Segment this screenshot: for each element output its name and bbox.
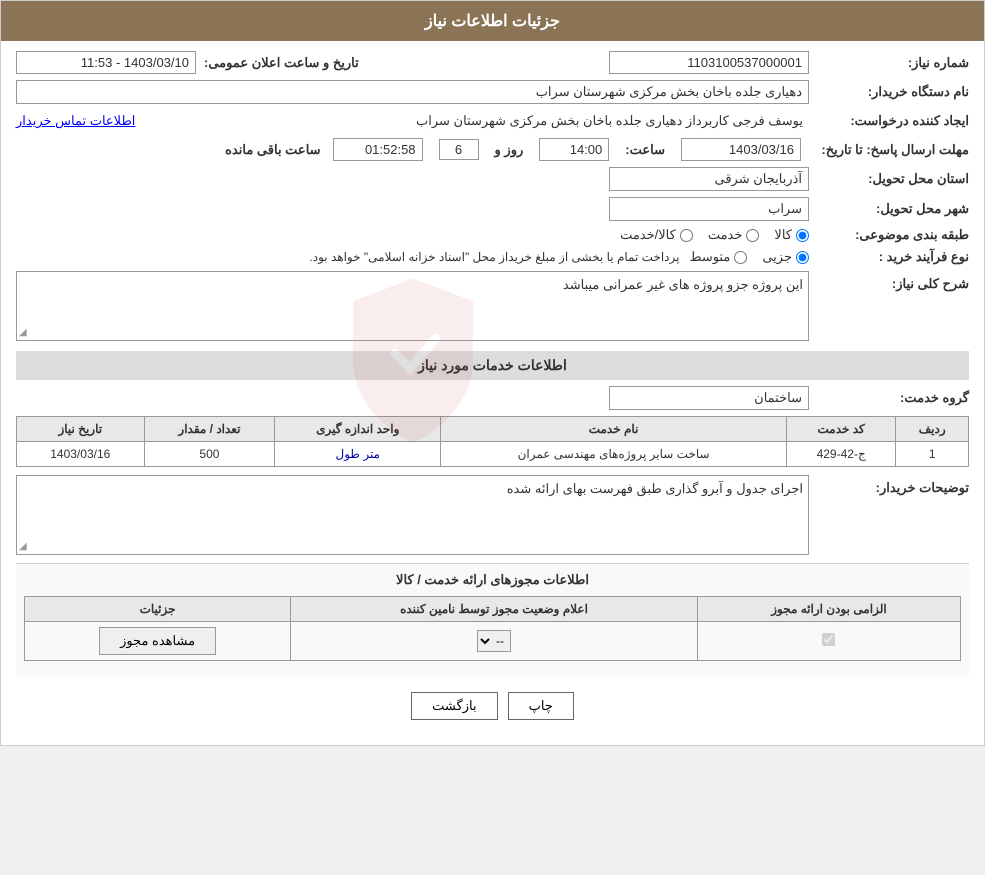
cell-code: ج-42-429 [786,442,895,467]
print-button[interactable]: چاپ [508,692,574,720]
footer-buttons: چاپ بازگشت [16,677,969,735]
need-number-value: 1103100537000001 [609,51,809,74]
description-container: این پروژه جزو پروژه های غیر عمرانی میباش… [16,271,809,341]
page-header: جزئیات اطلاعات نیاز [1,1,984,41]
buyer-desc-resize[interactable]: ◢ [19,541,27,552]
permission-required-cell [697,622,960,661]
buyer-system-row: نام دستگاه خریدار: دهیاری جلده باخان بخش… [16,80,969,104]
category-radio-kala[interactable] [796,229,809,242]
city-row: شهر محل تحویل: سراب [16,197,969,221]
city-value: سراب [609,197,809,221]
col-quantity: تعداد / مقدار [144,417,275,442]
category-label: طبقه بندی موضوعی: [809,227,969,243]
remaining-time: 01:52:58 [333,138,423,161]
purchase-type-radio-group: جزیی متوسط [689,249,809,265]
purchase-type-note: پرداخت تمام یا بخشی از مبلغ خریداز محل "… [309,250,679,264]
purchase-type-motavset[interactable]: متوسط [689,249,747,265]
creator-row: ایجاد کننده درخواست: یوسف فرجی کاربرداز … [16,110,969,132]
buyer-system-value: دهیاری جلده باخان بخش مرکزی شهرستان سراب [16,80,809,104]
city-label: شهر محل تحویل: [809,201,969,217]
description-box: این پروژه جزو پروژه های غیر عمرانی میباش… [16,271,809,341]
purchase-radio-jozi[interactable] [796,251,809,264]
category-kala-khedmat[interactable]: کالا/خدمت [620,227,693,243]
category-radio-kala-khedmat[interactable] [680,229,693,242]
service-group-value: ساختمان [609,386,809,410]
permission-status-select[interactable]: -- [477,630,511,652]
contact-link[interactable]: اطلاعات تماس خریدار [16,113,135,129]
buyer-desc-label: توضیحات خریدار: [809,480,969,496]
permission-required-checkbox [822,633,835,646]
buyer-desc-container: اجرای جدول و آبرو گذاری طبق فهرست بهای ا… [16,475,809,555]
back-button[interactable]: بازگشت [411,692,497,720]
category-kala[interactable]: کالا [774,227,809,243]
view-permission-button[interactable]: مشاهده مجوز [99,627,216,655]
purchase-jozi-label: جزیی [762,249,792,265]
permissions-title: اطلاعات مجوزهای ارائه خدمت / کالا [24,572,961,588]
col-status: اعلام وضعیت مجوز توسط نامین کننده [291,597,698,622]
page-container: جزئیات اطلاعات نیاز شماره نیاز: 11031005… [0,0,985,746]
description-label: شرح کلی نیاز: [809,276,969,292]
category-row: طبقه بندی موضوعی: کالا خدمت کالا/خدمت [16,227,969,243]
deadline-days: 6 [439,139,479,160]
cell-quantity: 500 [144,442,275,467]
category-khedmat-label: خدمت [708,227,743,243]
buyer-desc-value: اجرای جدول و آبرو گذاری طبق فهرست بهای ا… [507,481,803,496]
col-code: کد خدمت [786,417,895,442]
buyer-desc-box: اجرای جدول و آبرو گذاری طبق فهرست بهای ا… [16,475,809,555]
main-content: شماره نیاز: 1103100537000001 تاریخ و ساع… [1,41,984,745]
deadline-time: 14:00 [539,138,609,161]
buyer-system-label: نام دستگاه خریدار: [809,84,969,100]
permissions-table-body: -- مشاهده مجوز [25,622,961,661]
permission-status-cell: -- [291,622,698,661]
permissions-header-row: الزامی بودن ارائه مجوز اعلام وضعیت مجوز … [25,597,961,622]
description-value: این پروژه جزو پروژه های غیر عمرانی میباش… [563,277,803,292]
remaining-label: ساعت باقی مانده [225,142,320,158]
purchase-motavset-label: متوسط [689,249,730,265]
need-number-row: شماره نیاز: 1103100537000001 تاریخ و ساع… [16,51,969,74]
deadline-time-label: ساعت: [625,142,665,158]
purchase-type-label: نوع فرآیند خرید : [809,249,969,265]
resize-handle[interactable]: ◢ [19,327,27,338]
col-date: تاریخ نیاز [17,417,145,442]
col-row: ردیف [896,417,969,442]
cell-row: 1 [896,442,969,467]
creator-value: یوسف فرجی کاربرداز دهیاری جلده باخان بخش… [410,110,809,132]
page-title: جزئیات اطلاعات نیاز [425,13,560,30]
creator-label: ایجاد کننده درخواست: [809,113,969,129]
province-row: استان محل تحویل: آذربایجان شرقی [16,167,969,191]
category-radio-group: کالا خدمت کالا/خدمت [620,227,809,243]
permissions-table: الزامی بودن ارائه مجوز اعلام وضعیت مجوز … [24,596,961,661]
permissions-section: اطلاعات مجوزهای ارائه خدمت / کالا الزامی… [16,563,969,677]
purchase-type-row: نوع فرآیند خرید : جزیی متوسط پرداخت تمام… [16,249,969,265]
deadline-row: مهلت ارسال پاسخ: تا تاریخ: 1403/03/16 سا… [16,138,969,161]
purchase-type-jozi[interactable]: جزیی [762,249,809,265]
province-value: آذربایجان شرقی [609,167,809,191]
cell-date: 1403/03/16 [17,442,145,467]
description-row: شرح کلی نیاز: این پروژه جزو پروژه های غی… [16,271,969,341]
purchase-radio-motavset[interactable] [734,251,747,264]
province-label: استان محل تحویل: [809,171,969,187]
category-kala-label: کالا [774,227,792,243]
service-group-label: گروه خدمت: [809,390,969,406]
permission-details-cell: مشاهده مجوز [25,622,291,661]
category-radio-khedmat[interactable] [746,229,759,242]
category-kala-khedmat-label: کالا/خدمت [620,227,676,243]
buyer-desc-row: توضیحات خریدار: اجرای جدول و آبرو گذاری … [16,475,969,555]
category-khedmat[interactable]: خدمت [708,227,760,243]
deadline-label: مهلت ارسال پاسخ: تا تاریخ: [809,142,969,158]
permission-row: -- مشاهده مجوز [25,622,961,661]
need-number-label: شماره نیاز: [809,55,969,71]
date-label: تاریخ و ساعت اعلان عمومی: [204,55,359,71]
col-details: جزئیات [25,597,291,622]
col-required: الزامی بودن ارائه مجوز [697,597,960,622]
deadline-days-label: روز و [495,142,524,158]
deadline-date: 1403/03/16 [681,138,801,161]
date-value: 1403/03/10 - 11:53 [16,51,196,74]
